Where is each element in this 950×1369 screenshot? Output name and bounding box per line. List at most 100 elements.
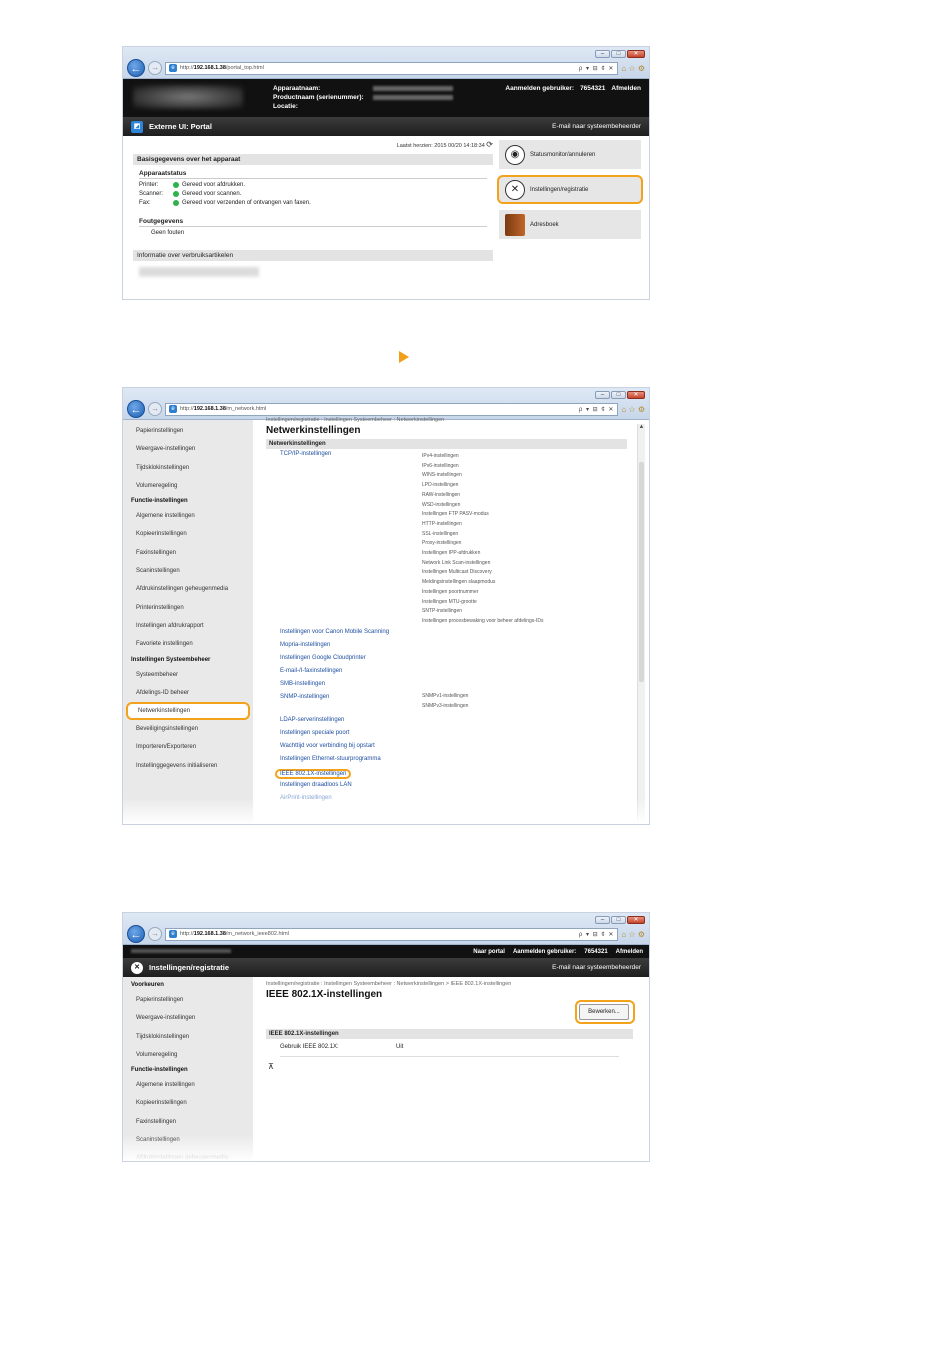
link-instellingen-draadloos-lan[interactable]: Instellingen draadloos LAN — [280, 782, 352, 788]
link-instellingen-google-cloudprinter[interactable]: Instellingen Google Cloudprinter — [280, 655, 366, 661]
mail-admin-link[interactable]: E-mail naar systeembeheerder — [552, 123, 641, 130]
logout-link[interactable]: Afmelden — [616, 949, 643, 955]
sidebar-item-papierinstellingen[interactable]: Papierinstellingen — [123, 422, 253, 440]
sidebar-item-algemene-instellingen[interactable]: Algemene instellingen — [123, 507, 253, 525]
sidebar-item-algemene-instellingen[interactable]: Algemene instellingen — [123, 1076, 253, 1094]
sidebar-item-afdrukinstellingen-geheugenmedia[interactable]: Afdrukinstellingen geheugenmedia — [123, 1149, 253, 1161]
tcpip-sub-sntp-instellingen[interactable]: SNTP-instellingen — [422, 608, 462, 614]
tile-settings-registration[interactable]: ✕ Instellingen/registratie — [497, 175, 643, 204]
sidebar-item-kopieerinstellingen[interactable]: Kopieerinstellingen — [123, 525, 253, 543]
back-arrow-icon[interactable]: ← — [127, 59, 145, 77]
sidebar-item-tijdsklokinstellingen[interactable]: Tijdsklokinstellingen — [123, 459, 253, 477]
sidebar-item-faxinstellingen[interactable]: Faxinstellingen — [123, 1113, 253, 1131]
sidebar-item-printerinstellingen[interactable]: Printerinstellingen — [123, 599, 253, 617]
goto-portal-link[interactable]: Naar portal — [473, 949, 505, 955]
sidebar-item-papierinstellingen[interactable]: Papierinstellingen — [123, 991, 253, 1009]
back-to-top-icon[interactable]: ⊼ — [268, 1062, 633, 1071]
snmp-sub-snmpv1-instellingen[interactable]: SNMPv1-instellingen — [422, 693, 468, 699]
link-ldap-serverinstellingen[interactable]: LDAP-serverinstellingen — [280, 717, 344, 723]
tcpip-sub-proxy-instellingen[interactable]: Proxy-instellingen — [422, 540, 461, 546]
tcpip-sub-ssl-instellingen[interactable]: SSL-instellingen — [422, 531, 458, 537]
tcpip-sub-ipv4-instellingen[interactable]: IPv4-instellingen — [422, 453, 459, 459]
sidebar-item-netwerkinstellingen[interactable]: Netwerkinstellingen — [126, 702, 250, 721]
tcpip-sub-http-instellingen[interactable]: HTTP-instellingen — [422, 521, 462, 527]
link-wachttijd-voor-verbinding-bij-opstart[interactable]: Wachttijd voor verbinding bij opstart — [280, 743, 375, 749]
tcpip-sub-instellingen-multicast-discovery[interactable]: Instellingen Multicast Discovery — [422, 569, 492, 575]
link-ieee-802-1x-instellingen[interactable]: IEEE 802.1X-instellingen — [275, 769, 352, 779]
tcpip-sub-raw-instellingen[interactable]: RAW-instellingen — [422, 492, 460, 498]
sidebar-item-favoriete-instellingen[interactable]: Favoriete instellingen — [123, 635, 253, 653]
tcpip-sub-instellingen-ipp-afdrukken[interactable]: Instellingen IPP-afdrukken — [422, 550, 480, 556]
address-bar[interactable]: e http://192.168.1.38/m_network.html ρ ▾… — [165, 402, 619, 416]
forward-arrow-icon[interactable]: → — [148, 61, 162, 75]
sidebar-item-kopieerinstellingen[interactable]: Kopieerinstellingen — [123, 1094, 253, 1112]
sidebar-item-afdelings-id-beheer[interactable]: Afdelings-ID beheer — [123, 684, 253, 702]
link-instellingen-speciale-poort[interactable]: Instellingen speciale poort — [280, 730, 349, 736]
tcpip-sub-instellingen-procesbewaking-voor-beheer-afdelings-ids[interactable]: Instellingen procesbewaking voor beheer … — [422, 618, 543, 624]
mail-admin-link[interactable]: E-mail naar systeembeheerder — [552, 964, 641, 971]
sidebar-item-weergave-instellingen[interactable]: Weergave-instellingen — [123, 440, 253, 458]
home-star-gear-icon[interactable]: ⌂ ☆ ⚙ — [621, 930, 645, 939]
link-mopria-instellingen[interactable]: Mopria-instellingen — [280, 642, 330, 648]
back-arrow-icon[interactable]: ← — [127, 925, 145, 943]
sidebar-item-volumeregeling[interactable]: Volumeregeling — [123, 1046, 253, 1064]
sidebar-item-beveiligingsinstellingen[interactable]: Beveiligingsinstellingen — [123, 720, 253, 738]
link-e-mail-i-faxinstellingen[interactable]: E-mail-/I-faxinstellingen — [280, 668, 342, 674]
minimize-button[interactable]: – — [595, 916, 610, 924]
maximize-button[interactable]: □ — [611, 916, 626, 924]
scroll-thumb[interactable] — [639, 462, 644, 682]
tcpip-sub-instellingen-poortnummer[interactable]: Instellingen poortnummer — [422, 589, 478, 595]
address-bar[interactable]: e http://192.168.1.38/m_network_ieee802.… — [165, 927, 619, 941]
maximize-button[interactable]: □ — [611, 50, 626, 58]
forward-arrow-icon[interactable]: → — [148, 927, 162, 941]
sidebar-item-faxinstellingen[interactable]: Faxinstellingen — [123, 544, 253, 562]
edit-button[interactable]: Bewerken... — [579, 1004, 629, 1020]
link-tcp-ip-instellingen[interactable]: TCP/IP-instellingen — [280, 451, 331, 457]
snmp-sub-snmpv3-instellingen[interactable]: SNMPv3-instellingen — [422, 703, 468, 709]
tile-status-monitor[interactable]: ◉ Statusmonitor/annuleren — [499, 140, 641, 169]
sidebar-item-scaninstellingen[interactable]: Scaninstellingen — [123, 562, 253, 580]
tcpip-sub-meldingsinstellingen-slaapmodus[interactable]: Meldingsinstellingen slaapmodus — [422, 579, 495, 585]
tcpip-sub-ipv6-instellingen[interactable]: IPv6-instellingen — [422, 463, 459, 469]
network-settings-body: Papierinstellingen Weergave-instellingen T… — [123, 417, 649, 824]
close-button[interactable]: ✕ — [627, 50, 645, 58]
sidebar-item-systeembeheer[interactable]: Systeembeheer — [123, 666, 253, 684]
maximize-button[interactable]: □ — [611, 391, 626, 399]
sidebar-item-volumeregeling[interactable]: Volumeregeling — [123, 477, 253, 495]
home-star-gear-icon[interactable]: ⌂ ☆ ⚙ — [621, 405, 645, 414]
forward-arrow-icon[interactable]: → — [148, 402, 162, 416]
home-star-gear-icon[interactable]: ⌂ ☆ ⚙ — [621, 64, 645, 73]
consumables-header: Informatie over verbruiksartikelen — [133, 250, 493, 261]
sidebar-item-weergave-instellingen[interactable]: Weergave-instellingen — [123, 1009, 253, 1027]
tile-address-book[interactable]: Adresboek — [499, 210, 641, 239]
address-bar[interactable]: e http://192.168.1.38/portal_top.html ρ … — [165, 61, 619, 75]
product-name-label: Productnaam (serienummer): — [273, 94, 364, 101]
minimize-button[interactable]: – — [595, 391, 610, 399]
sidebar-item-instellinggegevens-initialiseren[interactable]: Instellinggegevens initialiseren — [123, 757, 253, 775]
basic-info-header: Basisgegevens over het apparaat — [133, 154, 493, 165]
minimize-button[interactable]: – — [595, 50, 610, 58]
sidebar-item-scaninstellingen[interactable]: Scaninstellingen — [123, 1131, 253, 1149]
sidebar-item-instellingen-afdrukrapport[interactable]: Instellingen afdrukrapport — [123, 617, 253, 635]
link-instellingen-ethernet-stuurprogramma[interactable]: Instellingen Ethernet-stuurprogramma — [280, 756, 381, 762]
back-arrow-icon[interactable]: ← — [127, 400, 145, 418]
close-button[interactable]: ✕ — [627, 391, 645, 399]
sidebar-item-tijdsklokinstellingen[interactable]: Tijdsklokinstellingen — [123, 1028, 253, 1046]
tcpip-sub-instellingen-mtu-grootte[interactable]: Instellingen MTU-grootte — [422, 599, 477, 605]
refresh-icon[interactable]: ⟳ — [486, 140, 493, 149]
sidebar-item-importeren-exporteren[interactable]: Importeren/Exporteren — [123, 738, 253, 756]
link-instellingen-voor-canon-mobile-scanning[interactable]: Instellingen voor Canon Mobile Scanning — [280, 629, 389, 635]
link-snmp-instellingen[interactable]: SNMP-instellingen — [280, 694, 329, 700]
link-airprint-instellingen[interactable]: AirPrint-instellingen — [280, 795, 332, 801]
tcpip-sub-lpd-instellingen[interactable]: LPD-instellingen — [422, 482, 458, 488]
tcpip-sub-wsd-instellingen[interactable]: WSD-instellingen — [422, 502, 460, 508]
sidebar-item-afdrukinstellingen-geheugenmedia[interactable]: Afdrukinstellingen geheugenmedia — [123, 580, 253, 598]
tcpip-sub-wins-instellingen[interactable]: WINS-instellingen — [422, 472, 462, 478]
tcpip-sub-network-link-scan-instellingen[interactable]: Network Link Scan-instellingen — [422, 560, 490, 566]
close-button[interactable]: ✕ — [627, 916, 645, 924]
logout-link[interactable]: Afmelden — [611, 85, 641, 92]
link-smb-instellingen[interactable]: SMB-instellingen — [280, 681, 325, 687]
scrollbar[interactable]: ▲ — [637, 424, 645, 822]
tcpip-sub-instellingen-ftp-pasv-modus[interactable]: Instellingen FTP PASV-modus — [422, 511, 489, 517]
scroll-up-icon: ▲ — [638, 424, 645, 430]
